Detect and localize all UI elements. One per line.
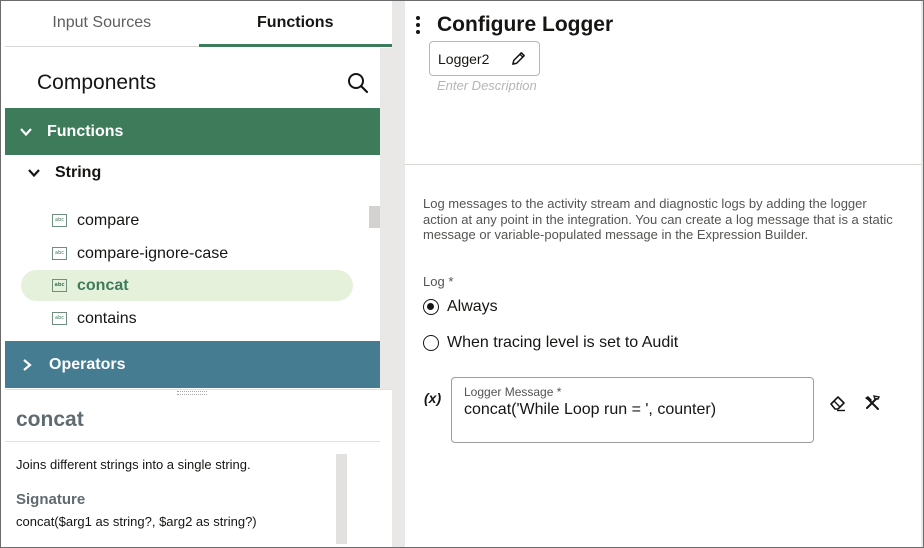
radio-label: When tracing level is set to Audit xyxy=(447,334,679,351)
logger-name-field[interactable]: Logger2 xyxy=(429,41,540,76)
logger-message-value: concat('While Loop run = ', counter) xyxy=(464,401,717,418)
string-function-icon: abc xyxy=(52,312,67,325)
right-pane: Configure Logger Logger2 Enter Descripti… xyxy=(405,1,923,547)
function-item-label: concat xyxy=(77,276,129,294)
operators-group-header[interactable]: Operators xyxy=(5,341,380,388)
function-item-label: compare-ignore-case xyxy=(77,244,229,262)
detail-description: Joins different strings into a single st… xyxy=(16,457,251,472)
radio-selected-icon xyxy=(423,299,439,315)
components-title: Components xyxy=(37,71,157,94)
page-title: Configure Logger xyxy=(437,13,614,36)
tab-bar: Input Sources Functions xyxy=(5,1,392,47)
log-label: Log * xyxy=(423,274,453,289)
function-item-compare-ignore-case[interactable]: abc compare-ignore-case xyxy=(21,238,353,269)
logger-name: Logger2 xyxy=(438,50,490,67)
required-marker: * xyxy=(448,274,454,289)
signature-text: concat($arg1 as string?, $arg2 as string… xyxy=(16,514,257,529)
variable-toggle-button[interactable]: (x) xyxy=(424,390,441,406)
functions-group-label: Functions xyxy=(47,122,124,140)
components-scrollbar[interactable] xyxy=(380,48,392,389)
detail-divider xyxy=(5,441,380,442)
radio-unselected-icon xyxy=(423,335,439,351)
app-frame: Input Sources Functions Components Funct… xyxy=(0,0,924,548)
function-item-compare[interactable]: abc compare xyxy=(21,205,353,236)
string-group-header[interactable]: String xyxy=(5,155,380,191)
search-icon[interactable] xyxy=(346,71,370,95)
description-field[interactable]: Enter Description xyxy=(437,78,537,93)
string-group-label: String xyxy=(55,164,102,181)
string-function-icon: abc xyxy=(52,247,67,260)
detail-title: concat xyxy=(16,408,84,431)
pencil-icon[interactable] xyxy=(510,50,527,67)
chevron-right-icon xyxy=(23,358,32,371)
section-divider xyxy=(405,164,921,165)
log-label-text: Log xyxy=(423,274,445,289)
function-item-contains[interactable]: abc contains xyxy=(21,303,353,334)
logger-message-label: Logger Message * xyxy=(464,385,562,399)
components-scrollbar-thumb[interactable] xyxy=(369,206,380,228)
left-pane: Input Sources Functions Components Funct… xyxy=(1,1,392,547)
tab-functions[interactable]: Functions xyxy=(198,1,393,47)
kebab-menu-icon[interactable] xyxy=(415,16,421,36)
function-item-concat[interactable]: abc concat xyxy=(21,270,353,301)
string-function-icon: abc xyxy=(52,214,67,227)
detail-scrollbar[interactable] xyxy=(336,454,347,544)
tools-icon[interactable] xyxy=(863,394,881,412)
chevron-down-icon xyxy=(28,169,40,178)
info-text: Log messages to the activity stream and … xyxy=(423,196,893,242)
radio-label: Always xyxy=(447,298,498,315)
operators-group-label: Operators xyxy=(49,355,126,373)
splitter-grip-icon xyxy=(177,391,207,395)
logger-message-field[interactable]: Logger Message * concat('While Loop run … xyxy=(451,377,814,443)
eraser-icon[interactable] xyxy=(829,394,847,412)
chevron-down-icon xyxy=(20,127,32,136)
string-function-icon: abc xyxy=(52,279,67,292)
signature-label: Signature xyxy=(16,491,86,508)
radio-audit[interactable]: When tracing level is set to Audit xyxy=(423,334,678,352)
functions-group-header[interactable]: Functions xyxy=(5,108,380,155)
function-item-label: compare xyxy=(77,211,140,229)
pane-divider[interactable] xyxy=(392,1,405,547)
panel-splitter[interactable] xyxy=(5,389,392,397)
tab-input-sources[interactable]: Input Sources xyxy=(5,1,199,46)
radio-always[interactable]: Always xyxy=(423,298,498,316)
function-item-label: contains xyxy=(77,309,137,327)
